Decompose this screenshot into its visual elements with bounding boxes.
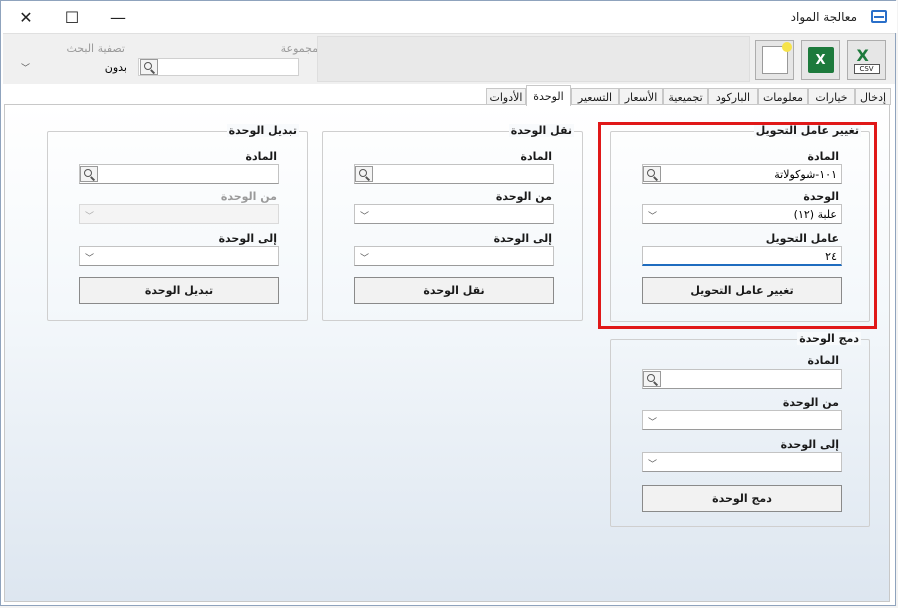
search-icon: [141, 60, 157, 76]
move-unit-group: نقل الوحدة المادة من الوحدة ﹀ إلى الوحدة…: [322, 124, 583, 321]
app-icon: [871, 10, 887, 23]
toolbar: المجموعة تصفية البحث ﹀ بدون X X CSV: [3, 33, 895, 84]
move-unit-title: نقل الوحدة: [508, 124, 574, 137]
merge-unit-title: دمج الوحدة: [797, 332, 861, 345]
filter-label: تصفية البحث: [66, 42, 125, 55]
move-material-field[interactable]: [354, 164, 554, 184]
report-icon: [761, 42, 792, 74]
material-label: المادة: [245, 150, 277, 163]
swap-unit-title: تبديل الوحدة: [226, 124, 299, 137]
group-search-button[interactable]: [140, 59, 158, 75]
swap-unit-group: تبديل الوحدة المادة من الوحدة ﹀ إلى الوح…: [47, 124, 308, 321]
chevron-down-icon: ﹀: [21, 64, 31, 74]
merge-material-field[interactable]: [642, 369, 842, 389]
tab-input[interactable]: إدخال: [855, 88, 891, 105]
search-icon: [81, 167, 97, 183]
highlight-frame: [598, 122, 877, 329]
from-unit-label: من الوحدة: [220, 190, 277, 203]
search-icon: [644, 372, 660, 388]
chevron-down-icon: ﹀: [85, 254, 95, 264]
swap-material-field[interactable]: [79, 164, 279, 184]
chevron-down-icon: ﹀: [648, 418, 658, 428]
swap-unit-button[interactable]: تبديل الوحدة: [79, 277, 279, 304]
tab-tools[interactable]: الأدوات: [486, 88, 526, 105]
close-icon: ✕: [19, 7, 33, 27]
from-unit-label: من الوحدة: [782, 396, 839, 409]
to-unit-label: إلى الوحدة: [493, 232, 552, 245]
merge-from-select[interactable]: ﹀: [642, 410, 842, 430]
main-window: ✕ ☐ — معالجة المواد المجموعة تصفية البحث…: [0, 0, 897, 606]
material-label: المادة: [520, 150, 552, 163]
tab-prices[interactable]: الأسعار: [619, 88, 663, 105]
swap-from-select: ﹀: [79, 204, 279, 224]
csv-icon: X CSV: [853, 46, 880, 74]
group-search-input[interactable]: [138, 58, 299, 76]
window-title: معالجة المواد: [790, 10, 857, 24]
tab-aggregate[interactable]: تجميعية: [663, 88, 708, 105]
excel-export-button[interactable]: X: [801, 40, 840, 80]
tab-barcode[interactable]: الباركود: [708, 88, 758, 105]
csv-export-button[interactable]: X CSV: [847, 40, 886, 80]
excel-icon: X: [807, 47, 834, 73]
to-unit-label: إلى الوحدة: [780, 438, 839, 451]
move-to-select[interactable]: ﹀: [354, 246, 554, 266]
search-icon: [356, 167, 372, 183]
material-label: المادة: [807, 354, 839, 367]
from-unit-label: من الوحدة: [495, 190, 552, 203]
tab-options[interactable]: خيارات: [808, 88, 855, 105]
chevron-down-icon: ﹀: [360, 254, 370, 264]
swap-to-select[interactable]: ﹀: [79, 246, 279, 266]
toolbar-panel: [317, 36, 750, 82]
title-bar: ✕ ☐ — معالجة المواد: [1, 1, 897, 33]
minimize-icon: —: [110, 7, 126, 27]
filter-value: بدون: [104, 61, 127, 74]
merge-to-select[interactable]: ﹀: [642, 452, 842, 472]
tab-pricing[interactable]: التسعير: [571, 88, 619, 105]
maximize-button[interactable]: ☐: [49, 1, 95, 33]
maximize-icon: ☐: [64, 7, 80, 27]
minimize-button[interactable]: —: [95, 1, 141, 33]
tab-strip: إدخال خيارات معلومات الباركود تجميعية ال…: [3, 85, 895, 106]
merge-unit-group: دمج الوحدة المادة من الوحدة ﹀ إلى الوحدة…: [610, 332, 870, 527]
to-unit-label: إلى الوحدة: [218, 232, 277, 245]
tab-unit[interactable]: الوحدة: [526, 85, 571, 106]
material-search-button[interactable]: [643, 371, 661, 387]
merge-unit-button[interactable]: دمج الوحدة: [642, 485, 842, 512]
material-search-button[interactable]: [80, 166, 98, 182]
close-button[interactable]: ✕: [3, 1, 49, 33]
chevron-down-icon: ﹀: [360, 212, 370, 222]
filter-select[interactable]: ﹀ بدون: [17, 58, 133, 76]
move-from-select[interactable]: ﹀: [354, 204, 554, 224]
report-button[interactable]: [755, 40, 794, 80]
chevron-down-icon: ﹀: [648, 460, 658, 470]
move-unit-button[interactable]: نقل الوحدة: [354, 277, 554, 304]
tab-info[interactable]: معلومات: [758, 88, 808, 105]
material-search-button[interactable]: [355, 166, 373, 182]
chevron-down-icon: ﹀: [85, 212, 95, 222]
